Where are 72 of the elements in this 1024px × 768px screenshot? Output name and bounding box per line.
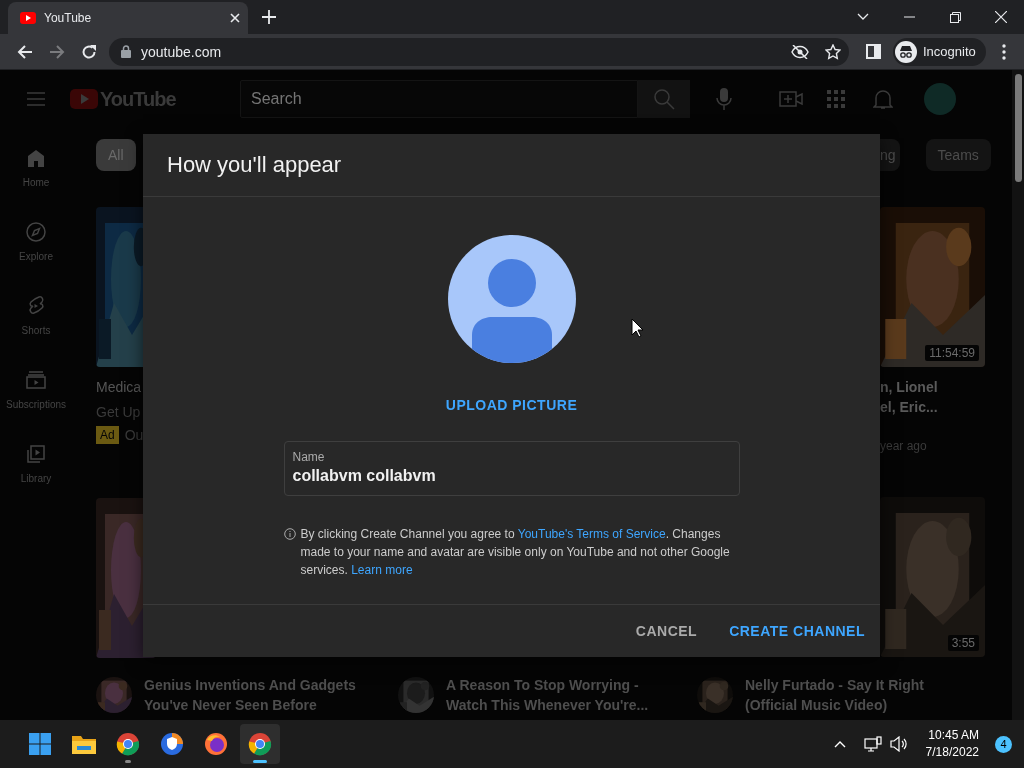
default-avatar-icon bbox=[447, 235, 576, 363]
tab-title: YouTube bbox=[44, 11, 93, 25]
speaker-icon[interactable] bbox=[889, 736, 908, 752]
video-title[interactable]: (Official Music Video) bbox=[745, 695, 924, 715]
video-title[interactable]: A Reason To Stop Worrying - bbox=[446, 675, 649, 695]
minimize-icon[interactable] bbox=[903, 16, 915, 18]
subscriptions-icon bbox=[24, 368, 48, 392]
star-icon[interactable] bbox=[825, 43, 841, 60]
scrollbar-thumb[interactable] bbox=[1015, 74, 1022, 182]
running-indicator bbox=[125, 760, 131, 763]
back-arrow-icon[interactable] bbox=[17, 43, 33, 60]
browser-icon[interactable] bbox=[248, 732, 272, 756]
compass-icon bbox=[24, 220, 48, 244]
notification-badge[interactable]: 4 bbox=[995, 735, 1012, 753]
upload-picture-button[interactable]: UPLOAD PICTURE bbox=[445, 397, 578, 413]
side-panel-icon[interactable] bbox=[865, 44, 881, 59]
taskbar-app[interactable] bbox=[240, 724, 280, 764]
video-title[interactable]: Genius Inventions And Gadgets bbox=[144, 675, 356, 695]
chevron-up-icon[interactable] bbox=[833, 740, 846, 748]
sidebar-item[interactable]: Home bbox=[0, 128, 72, 202]
video-duration: 3:55 bbox=[947, 635, 979, 651]
create-channel-button[interactable]: CREATE CHANNEL bbox=[729, 623, 865, 639]
video-title[interactable]: Nelly Furtado - Say It Right bbox=[745, 675, 924, 695]
cancel-button[interactable]: CANCEL bbox=[635, 623, 698, 639]
forward-arrow-icon[interactable] bbox=[49, 43, 65, 60]
incognito-profile-button[interactable]: Incognito bbox=[893, 37, 986, 66]
url-text: youtube.com bbox=[141, 43, 223, 60]
address-bar[interactable]: youtube.com bbox=[109, 37, 849, 66]
dialog-title: How you'll appear bbox=[167, 152, 342, 178]
folder-icon[interactable] bbox=[71, 733, 97, 755]
video-duration: 11:54:59 bbox=[925, 345, 979, 361]
ad-badge: Ad bbox=[96, 426, 119, 444]
play-logo-icon bbox=[20, 12, 36, 24]
sidebar-item[interactable]: Subscriptions bbox=[0, 350, 72, 424]
chevron-down-icon[interactable] bbox=[857, 13, 869, 21]
lock-icon bbox=[121, 45, 131, 58]
network-icon[interactable] bbox=[863, 736, 882, 752]
browser-icon[interactable] bbox=[116, 732, 140, 756]
restore-icon[interactable] bbox=[949, 11, 961, 23]
sidebar-item[interactable]: Shorts bbox=[0, 276, 72, 350]
info-icon bbox=[283, 528, 296, 540]
video-title[interactable]: You've Never Seen Before bbox=[144, 695, 356, 715]
close-icon[interactable] bbox=[230, 13, 240, 23]
system-clock[interactable]: 10:45 AM 7/18/2022 bbox=[925, 727, 979, 761]
library-icon bbox=[24, 442, 48, 466]
terms-link[interactable]: YouTube's Terms of Service bbox=[517, 527, 666, 541]
video-title[interactable]: n, Lionel bbox=[880, 377, 1012, 397]
video-title[interactable]: Watch This Whenever You're... bbox=[446, 695, 649, 715]
search-icon bbox=[653, 88, 675, 110]
browser-icon[interactable] bbox=[204, 732, 228, 756]
reload-icon[interactable] bbox=[81, 43, 97, 60]
learn-more-link[interactable]: Learn more bbox=[351, 563, 413, 577]
running-indicator bbox=[253, 760, 267, 763]
mouse-pointer-icon bbox=[631, 318, 644, 338]
incognito-icon bbox=[895, 40, 917, 63]
video-title[interactable]: el, Eric... bbox=[880, 397, 1012, 417]
browser-tab[interactable]: YouTube bbox=[8, 2, 248, 34]
add-icon[interactable] bbox=[262, 10, 276, 24]
search-field[interactable]: Search bbox=[240, 80, 638, 118]
windows-start-icon[interactable] bbox=[28, 732, 52, 756]
close-icon[interactable] bbox=[995, 11, 1007, 23]
filter-chip[interactable]: Teams bbox=[925, 139, 991, 171]
more-icon[interactable] bbox=[1001, 43, 1006, 60]
sidebar-item[interactable]: Library bbox=[0, 424, 72, 498]
eye-off-icon[interactable] bbox=[791, 44, 809, 59]
play-logo-icon bbox=[70, 89, 98, 109]
terms-notice: By clicking Create Channel you agree to YouTube's Terms of Service. Changes made to your name and avatar are visible only on YouTube and not other Google services. Learn more bbox=[300, 526, 731, 579]
name-field[interactable]: Name collabvm collabvm bbox=[283, 441, 740, 496]
video-title[interactable]: Medica bbox=[96, 376, 142, 398]
browser-icon[interactable] bbox=[160, 732, 184, 756]
name-input[interactable]: collabvm collabvm bbox=[292, 467, 731, 485]
sidebar-item[interactable]: Explore bbox=[0, 202, 72, 276]
